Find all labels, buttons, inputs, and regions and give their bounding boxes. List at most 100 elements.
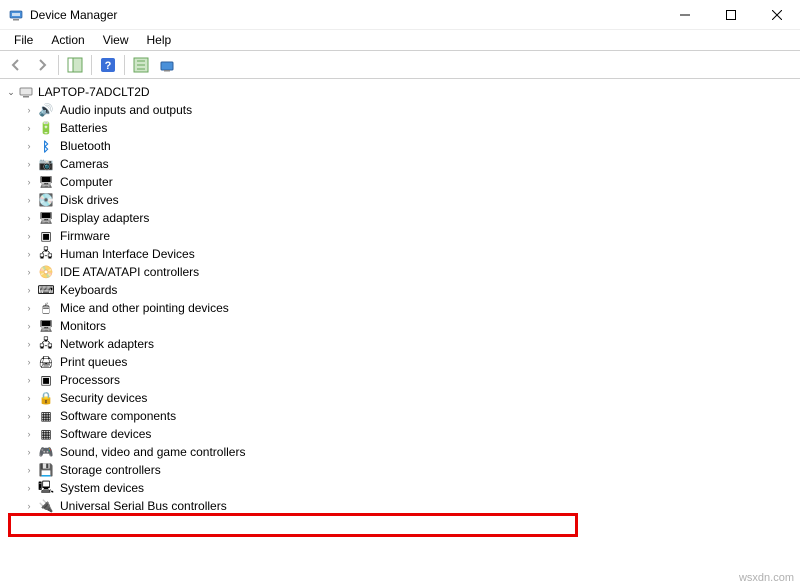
expand-icon[interactable]: › (22, 427, 36, 441)
menu-view[interactable]: View (95, 31, 137, 49)
expand-icon[interactable]: › (22, 265, 36, 279)
close-button[interactable] (754, 0, 800, 30)
expand-icon[interactable]: › (22, 373, 36, 387)
computer-icon (18, 85, 34, 99)
tree-item[interactable]: ›🖳System devices (18, 479, 798, 497)
tree-root-node[interactable]: ⌄ LAPTOP-7ADCLT2D (4, 83, 798, 101)
expand-icon[interactable]: › (22, 193, 36, 207)
expand-icon[interactable]: › (22, 211, 36, 225)
device-tree[interactable]: ⌄ LAPTOP-7ADCLT2D ›🔊Audio inputs and out… (0, 79, 800, 519)
tree-item[interactable]: ›🔊 Audio inputs and outputs (18, 101, 798, 119)
back-button[interactable] (4, 53, 28, 77)
tree-item[interactable]: ›🖥 Display adapters (18, 209, 798, 227)
expand-icon[interactable]: › (22, 445, 36, 459)
tree-item[interactable]: ›💽Disk drives (18, 191, 798, 209)
device-category-icon: 🖥 (36, 319, 56, 333)
device-category-icon: 📷 (36, 157, 56, 171)
expand-icon[interactable]: › (22, 157, 36, 171)
tree-item-label: System devices (60, 481, 144, 495)
show-hide-tree-button[interactable] (63, 53, 87, 77)
tree-item-label: Display adapters (60, 211, 149, 225)
device-category-icon: 🖧 (36, 334, 56, 355)
tree-item[interactable]: ›▦Software components (18, 407, 798, 425)
device-category-icon: 🔒 (36, 391, 56, 405)
watermark: wsxdn.com (739, 572, 794, 584)
tree-item-label: Print queues (60, 355, 127, 369)
tree-item[interactable]: ›🖥Computer (18, 173, 798, 191)
expand-icon[interactable]: › (22, 481, 36, 495)
device-category-icon: 🔊 (36, 103, 56, 117)
tree-item[interactable]: ›▣ Firmware (18, 227, 798, 245)
device-category-icon: 🔌 (36, 499, 56, 513)
device-category-icon: ᛒ (36, 139, 56, 154)
tree-item-label: Processors (60, 373, 120, 387)
expand-icon[interactable]: › (22, 355, 36, 369)
tree-item[interactable]: ›ᛒ Bluetooth (18, 137, 798, 155)
expand-icon[interactable]: › (22, 247, 36, 261)
update-driver-button[interactable] (155, 53, 179, 77)
expand-icon[interactable]: › (22, 283, 36, 297)
app-icon (8, 7, 24, 23)
tree-item[interactable]: ›📷 Cameras (18, 155, 798, 173)
device-category-icon: 🖱 (36, 301, 56, 316)
tree-item-label: Software devices (60, 427, 151, 441)
device-category-icon: ▦ (36, 409, 56, 423)
collapse-icon[interactable]: ⌄ (4, 85, 18, 99)
forward-button[interactable] (30, 53, 54, 77)
tree-item-label: Audio inputs and outputs (60, 103, 192, 117)
expand-icon[interactable]: › (22, 319, 36, 333)
device-category-icon: 🎮 (36, 445, 56, 459)
svg-text:?: ? (105, 60, 112, 72)
tree-item-label: Bluetooth (60, 139, 111, 153)
maximize-button[interactable] (708, 0, 754, 30)
device-category-icon: ▣ (36, 229, 56, 243)
tree-item[interactable]: ›💾Storage controllers (18, 461, 798, 479)
tree-item-label: Cameras (60, 157, 109, 171)
minimize-button[interactable] (662, 0, 708, 30)
expand-icon[interactable]: › (22, 463, 36, 477)
tree-item[interactable]: ›🔒Security devices (18, 389, 798, 407)
device-category-icon: 🖥 (36, 211, 56, 225)
expand-icon[interactable]: › (22, 229, 36, 243)
expand-icon[interactable]: › (22, 391, 36, 405)
menu-action[interactable]: Action (43, 31, 92, 49)
menu-help[interactable]: Help (139, 31, 180, 49)
expand-icon[interactable]: › (22, 103, 36, 117)
scan-button[interactable] (129, 53, 153, 77)
expand-icon[interactable]: › (22, 139, 36, 153)
tree-item[interactable]: ›🖨Print queues (18, 353, 798, 371)
tree-item[interactable]: ›🔋Batteries (18, 119, 798, 137)
tree-item[interactable]: ›📀IDE ATA/ATAPI controllers (18, 263, 798, 281)
tree-item-label: Firmware (60, 229, 110, 243)
device-category-icon: 💽 (36, 193, 56, 207)
expand-icon[interactable]: › (22, 337, 36, 351)
expand-icon[interactable]: › (22, 301, 36, 315)
tree-item[interactable]: ›🖱Mice and other pointing devices (18, 299, 798, 317)
device-category-icon: 🖧 (36, 244, 56, 265)
window-title: Device Manager (30, 8, 117, 22)
tree-item[interactable]: ›🎮Sound, video and game controllers (18, 443, 798, 461)
menu-file[interactable]: File (6, 31, 41, 49)
tree-item[interactable]: ›🔌 Universal Serial Bus controllers (18, 497, 798, 515)
tree-item[interactable]: ›🖧 Network adapters (18, 335, 798, 353)
expand-icon[interactable]: › (22, 121, 36, 135)
titlebar: Device Manager (0, 0, 800, 30)
tree-item[interactable]: ›▣ Processors (18, 371, 798, 389)
tree-item[interactable]: ›🖥Monitors (18, 317, 798, 335)
toolbar-separator (124, 55, 125, 75)
tree-item[interactable]: ›🖧Human Interface Devices (18, 245, 798, 263)
device-category-icon: 💾 (36, 463, 56, 477)
expand-icon[interactable]: › (22, 409, 36, 423)
window-controls (662, 0, 800, 29)
expand-icon[interactable]: › (22, 175, 36, 189)
device-category-icon: ▣ (36, 373, 56, 387)
toolbar-separator (91, 55, 92, 75)
tree-item-label: Network adapters (60, 337, 154, 351)
tree-item[interactable]: ›▦Software devices (18, 425, 798, 443)
expand-icon[interactable]: › (22, 499, 36, 513)
help-button[interactable]: ? (96, 53, 120, 77)
toolbar: ? (0, 51, 800, 79)
device-category-icon: 📀 (36, 265, 56, 279)
tree-item[interactable]: ›⌨Keyboards (18, 281, 798, 299)
tree-item-label: Universal Serial Bus controllers (60, 499, 227, 513)
